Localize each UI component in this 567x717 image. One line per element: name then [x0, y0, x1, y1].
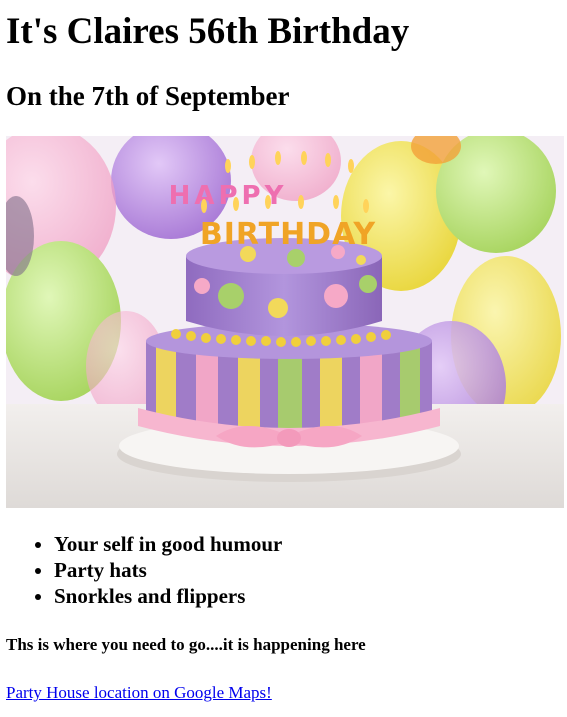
- bring-list: Your self in good humour Party hats Snor…: [6, 531, 282, 609]
- location-note: Ths is where you need to go....it is hap…: [6, 635, 366, 654]
- list-item: Party hats: [54, 557, 282, 583]
- page-title: It's Claires 56th Birthday: [6, 11, 410, 52]
- page-subtitle: On the 7th of September: [6, 81, 290, 111]
- google-maps-link[interactable]: Party House location on Google Maps!: [6, 682, 272, 704]
- list-item: Snorkles and flippers: [54, 583, 282, 609]
- svg-text:BIRTHDAY: BIRTHDAY: [200, 217, 377, 252]
- birthday-cake-image: HAPPY BIRTHDAY: [6, 136, 564, 508]
- list-item: Your self in good humour: [54, 531, 282, 557]
